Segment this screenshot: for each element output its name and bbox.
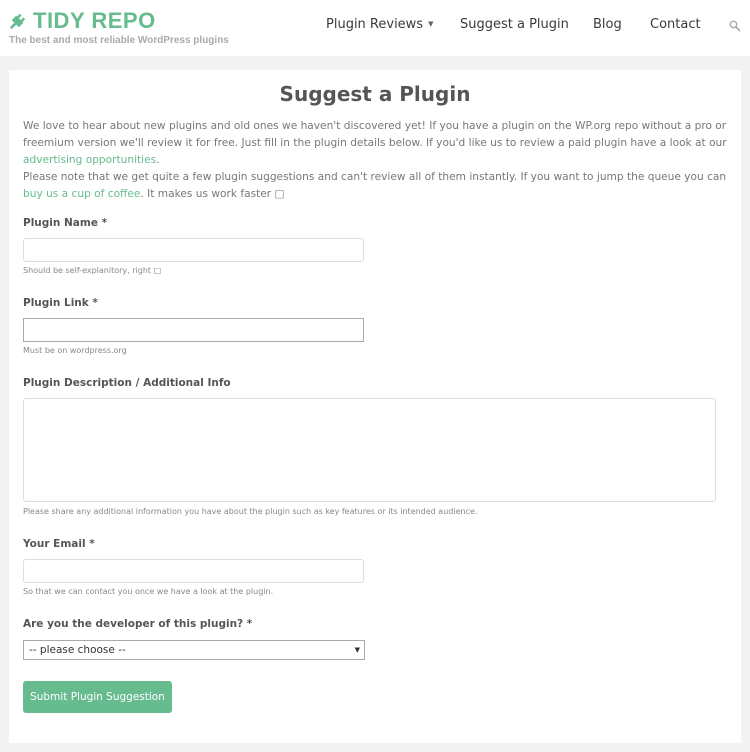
dropdown-arrow-icon: ▼: [354, 646, 360, 654]
nav-suggest-a-plugin[interactable]: Suggest a Plugin: [460, 17, 569, 32]
intro-paragraph-2-end: . It makes us work faster □: [140, 188, 285, 200]
intro-paragraph-2: Please note that we get quite a few plug…: [23, 171, 727, 183]
intro-paragraph-1: We love to hear about new plugins and ol…: [23, 120, 727, 149]
plugin-link-input[interactable]: [23, 318, 364, 342]
developer-label: Are you the developer of this plugin? *: [23, 618, 253, 630]
search-icon[interactable]: [729, 20, 741, 32]
developer-select-value: -- please choose --: [29, 644, 126, 656]
plugin-name-input[interactable]: [23, 238, 364, 262]
page-title: Suggest a Plugin: [279, 82, 471, 106]
nav-label: Plugin Reviews: [326, 17, 424, 32]
site-title: TIDY REPO: [33, 8, 156, 33]
description-textarea[interactable]: [23, 398, 716, 502]
content-card: Suggest a Plugin We love to hear about n…: [9, 70, 741, 743]
caret-down-icon: ▼: [428, 20, 434, 28]
description-hint: Please share any additional information …: [23, 507, 478, 516]
advertising-link[interactable]: advertising opportunities: [23, 154, 156, 166]
site-header: TIDY REPO The best and most reliable Wor…: [0, 0, 750, 56]
email-hint: So that we can contact you once we have …: [23, 587, 274, 596]
submit-button[interactable]: Submit Plugin Suggestion: [23, 681, 172, 713]
nav-plugin-reviews[interactable]: Plugin Reviews ▼: [326, 17, 433, 32]
email-input[interactable]: [23, 559, 364, 583]
plugin-name-hint: Should be self-explanitory, right □: [23, 266, 162, 275]
coffee-link[interactable]: buy us a cup of coffee: [23, 188, 140, 200]
plugin-link-hint: Must be on wordpress.org: [23, 346, 127, 355]
punctuation: .: [156, 154, 160, 166]
site-logo[interactable]: TIDY REPO The best and most reliable Wor…: [9, 8, 229, 47]
plugin-link-label: Plugin Link *: [23, 297, 98, 309]
site-tagline: The best and most reliable WordPress plu…: [9, 35, 229, 46]
email-label: Your Email *: [23, 538, 95, 550]
nav-blog[interactable]: Blog: [593, 17, 622, 32]
intro-text: We love to hear about new plugins and ol…: [23, 118, 728, 203]
plugin-name-label: Plugin Name *: [23, 217, 108, 229]
developer-select[interactable]: -- please choose -- ▼: [23, 640, 365, 660]
description-label: Plugin Description / Additional Info: [23, 377, 231, 389]
nav-contact[interactable]: Contact: [650, 17, 701, 32]
plug-icon: [9, 13, 26, 30]
